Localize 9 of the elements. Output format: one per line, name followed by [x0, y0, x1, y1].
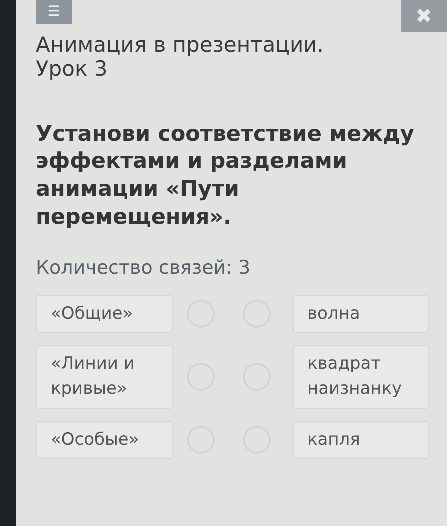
- lesson-title: Анимация в презентации. Урок 3: [36, 34, 325, 82]
- left-option[interactable]: «Общие»: [36, 294, 172, 334]
- task-instruction: Установи соответствие между эффектами и разделами анимации «Пути перемещения».: [36, 120, 416, 232]
- links-count: Количество связей: 3: [36, 256, 252, 282]
- right-option[interactable]: капля: [292, 420, 429, 460]
- left-option[interactable]: «Линии и кривые»: [36, 345, 172, 409]
- left-option[interactable]: «Особые»: [36, 420, 172, 460]
- right-option[interactable]: квадрат наизнанку: [292, 345, 429, 409]
- right-option[interactable]: волна: [292, 294, 429, 334]
